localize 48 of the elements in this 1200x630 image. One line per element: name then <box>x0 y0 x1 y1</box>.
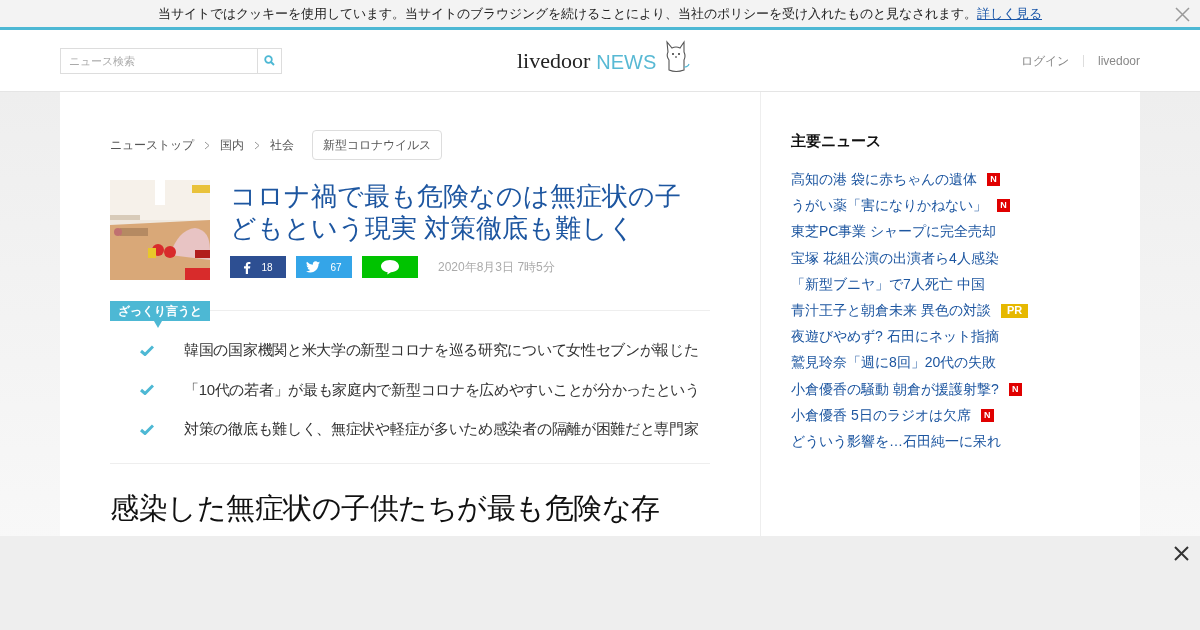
bird-icon <box>306 261 321 273</box>
facebook-share-button[interactable]: 18 <box>230 256 286 278</box>
new-badge: N <box>980 408 994 422</box>
news-link[interactable]: 高知の港 袋に赤ちゃんの遺体 <box>791 169 977 191</box>
news-link[interactable]: 鷲見玲奈「週に8回」20代の失敗 <box>791 352 997 374</box>
cookie-notice: 当サイトではクッキーを使用しています。当サイトのブラウジングを続けることにより、当社のポリシーを受け入れたものと見なされます。 <box>158 4 977 23</box>
breadcrumb-link[interactable]: 国内 <box>220 136 244 154</box>
news-link[interactable]: うがい薬「害になりかねない」 <box>791 195 987 217</box>
close-icon[interactable] <box>1174 546 1189 561</box>
chevron-icon <box>204 140 210 150</box>
news-link[interactable]: 「新型ブニヤ」で7人死亡 中国 <box>791 273 985 295</box>
search-field[interactable]: ニュース検索 <box>60 47 258 74</box>
pr-badge: PR <box>1000 303 1029 318</box>
nav-link[interactable]: ログイン <box>1020 51 1069 70</box>
news-link[interactable]: 夜遊びやめず? 石田にネット指摘 <box>791 326 999 348</box>
summary-point: 「10代の若者」が最も家庭内で新型コロナを広めやすいことが分かったという <box>184 379 700 400</box>
news-link[interactable]: 小倉優香の騒動 朝倉が援護射撃? <box>791 378 999 400</box>
topic-tag[interactable]: 新型コロナウイルス <box>312 130 442 160</box>
news-link[interactable]: 東芝PC事業 シャープに完全売却 <box>791 221 997 243</box>
chevron-icon <box>254 140 260 150</box>
new-badge: N <box>986 173 1000 187</box>
breadcrumb-link[interactable]: ニューストップ <box>110 136 194 154</box>
line-share-button[interactable] <box>362 256 418 278</box>
details-link[interactable]: 詳しく見る <box>977 3 1042 24</box>
summary-point: 対策の徹底も難しく、無症状や軽症が多いため感染者の隔離が困難だと専門家 <box>184 419 699 439</box>
check-icon <box>140 384 154 396</box>
search-button[interactable] <box>258 47 282 74</box>
news-link[interactable]: 小倉優香 5日のラジオは欠席 <box>791 404 971 426</box>
news-link[interactable]: 宝塚 花組公演の出演者ら4人感染 <box>791 247 999 269</box>
label-pointer-icon <box>154 321 162 328</box>
article-heading: 感染した無症状の子供たちが最も危険な存 <box>110 490 661 526</box>
search-icon[interactable] <box>264 55 275 66</box>
facebook-icon <box>243 260 252 274</box>
summary-point: 韓国の国家機関と米大学の新型コロナを巡る研究について女性セブンが報じた <box>184 340 699 360</box>
speech-bubble-icon <box>380 259 400 275</box>
check-icon <box>140 344 154 356</box>
summary-label: ざっくり言うと <box>110 301 210 321</box>
nav-link[interactable]: livedoor <box>1097 51 1140 70</box>
publish-date: 2020年8月3日 7時5分 <box>438 259 555 276</box>
section-title: 主要ニュース <box>791 131 882 151</box>
check-icon <box>140 423 154 435</box>
new-badge: N <box>1008 382 1022 396</box>
logo-wordmark[interactable]: livedoor <box>517 50 591 72</box>
news-link[interactable]: 青汁王子と朝倉未来 異色の対談 <box>791 300 991 322</box>
new-badge: N <box>997 199 1010 213</box>
breadcrumb-link[interactable]: 社会 <box>270 136 294 154</box>
news-link[interactable]: どういう影響を…石田純一に呆れ <box>791 430 1001 452</box>
article-title: コロナ禍で最も危険なのは無症状の子どもという現実 対策徹底も難しく <box>230 180 682 244</box>
